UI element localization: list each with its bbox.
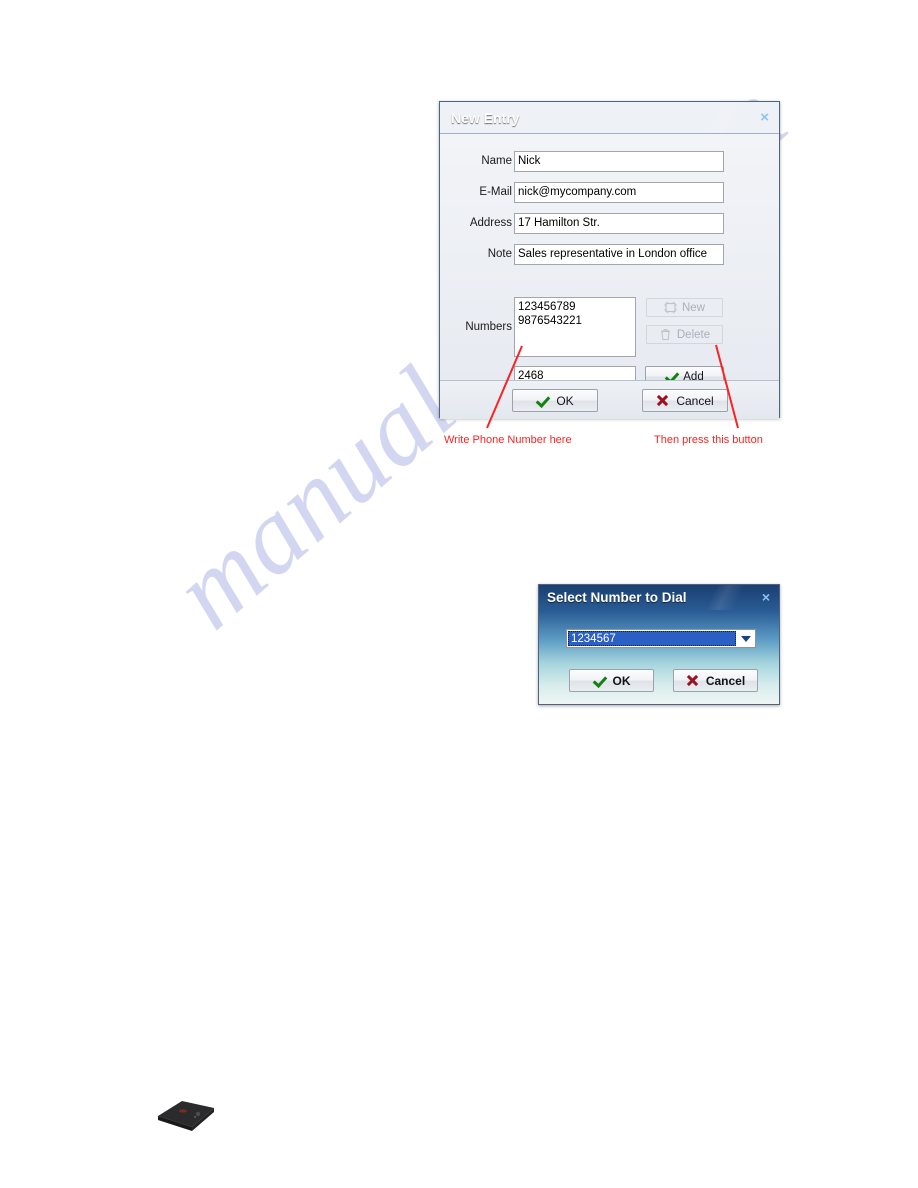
email-label: E-Mail xyxy=(479,186,512,198)
field-row-name: Name Nick xyxy=(440,151,779,172)
name-input[interactable]: Nick xyxy=(514,151,724,172)
close-icon[interactable]: × xyxy=(760,110,769,125)
email-input[interactable]: nick@mycompany.com xyxy=(514,182,724,203)
new-entry-title: New Entry xyxy=(451,109,520,126)
cancel-button[interactable]: Cancel xyxy=(642,389,728,412)
address-input[interactable]: 17 Hamilton Str. xyxy=(514,213,724,234)
field-row-address: Address 17 Hamilton Str. xyxy=(440,213,779,234)
annotation-write-number: Write Phone Number here xyxy=(444,434,572,446)
ok-button[interactable]: OK xyxy=(569,669,654,692)
field-row-email: E-Mail nick@mycompany.com xyxy=(440,182,779,203)
device-photo xyxy=(158,1101,214,1131)
select-number-title: Select Number to Dial xyxy=(547,590,687,605)
new-icon xyxy=(664,301,677,314)
list-item[interactable]: 9876543221 xyxy=(518,315,632,329)
x-icon xyxy=(656,394,669,407)
close-icon[interactable]: × xyxy=(762,590,770,604)
check-icon xyxy=(593,674,606,687)
check-icon xyxy=(536,394,549,407)
x-icon xyxy=(686,674,699,687)
note-label: Note xyxy=(487,248,512,260)
new-entry-dialog: New Entry × Name Nick E-Mail nick@mycomp… xyxy=(439,101,780,419)
trash-icon xyxy=(659,328,672,341)
new-entry-title-bar: New Entry × xyxy=(440,102,779,133)
number-combobox-value[interactable]: 1234567 xyxy=(568,631,736,646)
annotation-press-button: Then press this button xyxy=(654,434,763,446)
new-button[interactable]: New xyxy=(645,297,724,318)
new-entry-footer: OK Cancel xyxy=(440,380,779,419)
number-combobox[interactable]: 1234567 xyxy=(566,629,756,648)
new-button-label: New xyxy=(681,301,705,314)
note-input[interactable]: Sales representative in London office xyxy=(514,244,724,265)
address-label: Address xyxy=(469,217,512,229)
cancel-button[interactable]: Cancel xyxy=(673,669,758,692)
new-entry-body: Name Nick E-Mail nick@mycompany.com Addr… xyxy=(440,133,779,387)
delete-button-label: Delete xyxy=(676,328,711,341)
ok-button-label: OK xyxy=(556,393,574,408)
cancel-button-label: Cancel xyxy=(676,393,714,408)
list-item[interactable]: 123456789 xyxy=(518,301,632,315)
numbers-listbox[interactable]: 123456789 9876543221 xyxy=(514,297,636,357)
name-label: Name xyxy=(481,155,512,167)
numbers-label: Numbers xyxy=(465,321,512,333)
delete-button[interactable]: Delete xyxy=(645,324,724,345)
ok-button-label: OK xyxy=(612,673,631,688)
cancel-button-label: Cancel xyxy=(705,673,746,688)
select-number-dialog: Select Number to Dial × 1234567 OK Cance… xyxy=(538,584,780,705)
ok-button[interactable]: OK xyxy=(512,389,598,412)
select-number-title-bar: Select Number to Dial × xyxy=(539,585,779,610)
chevron-down-icon[interactable] xyxy=(737,630,755,647)
field-row-note: Note Sales representative in London offi… xyxy=(440,244,779,265)
